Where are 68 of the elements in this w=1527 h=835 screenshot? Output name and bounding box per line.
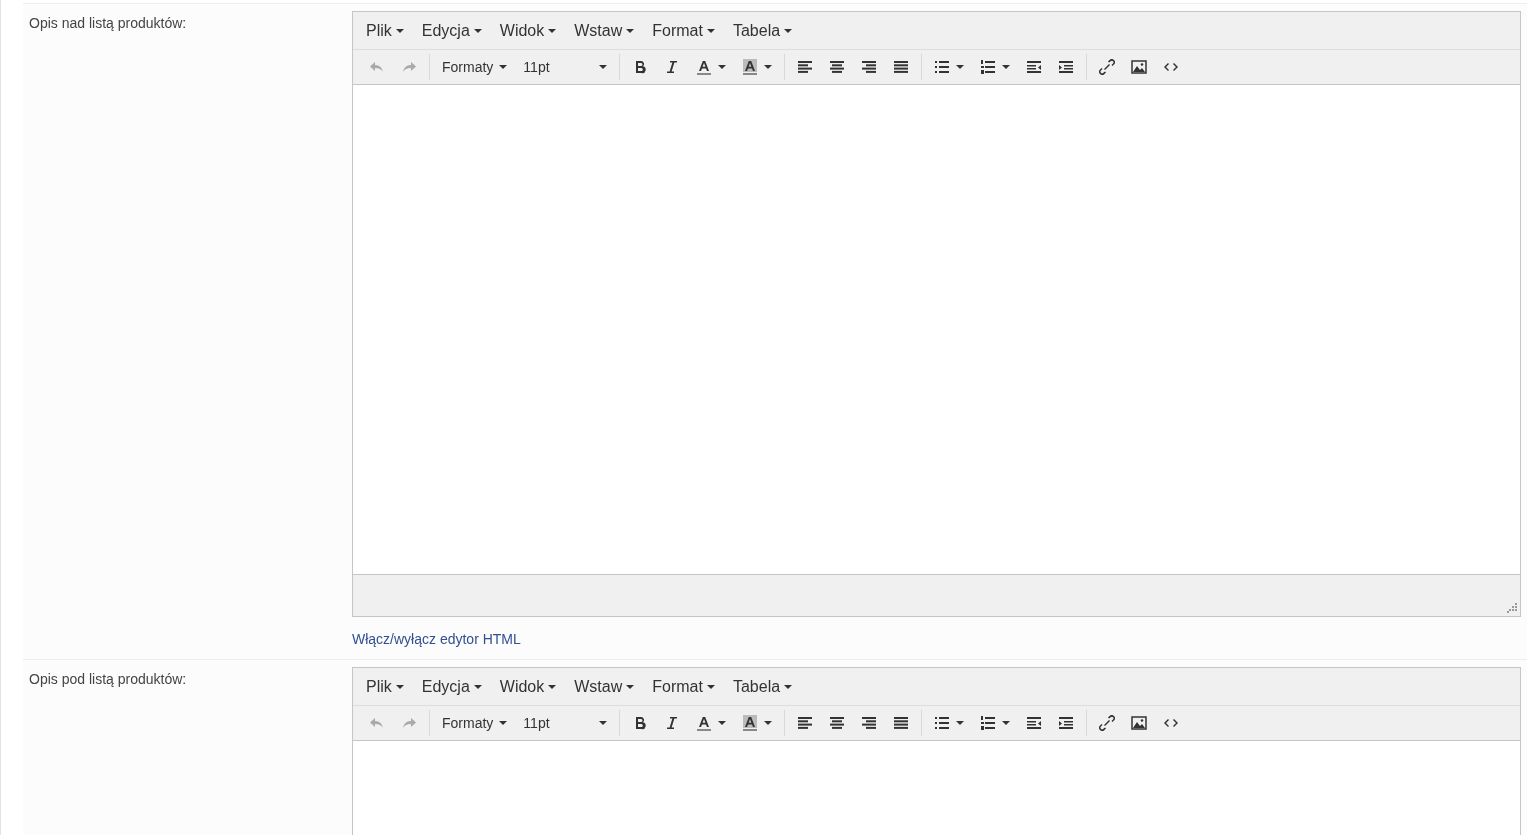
caret-icon xyxy=(706,684,715,689)
menu-item[interactable]: Edycja xyxy=(412,14,491,47)
menu-item[interactable]: Tabela xyxy=(723,14,802,47)
highlight-icon xyxy=(742,59,759,75)
align-left-icon xyxy=(797,715,814,731)
caret-icon xyxy=(548,684,557,689)
caret-icon xyxy=(718,65,727,69)
toggle-html-editor-link[interactable]: Włącz/wyłącz edytor HTML xyxy=(352,629,521,650)
align-right-icon xyxy=(861,715,878,731)
text-color-icon xyxy=(696,715,713,731)
caret-icon xyxy=(956,65,965,69)
font-size-select[interactable]: 11pt xyxy=(515,54,616,80)
numbered-list-icon xyxy=(980,715,997,731)
caret-icon xyxy=(706,28,715,33)
menu-item[interactable]: Tabela xyxy=(723,670,802,703)
caret-icon xyxy=(599,721,608,725)
field-label: Opis nad listą produktów: xyxy=(28,14,188,33)
caret-icon xyxy=(395,684,404,689)
caret-icon xyxy=(499,65,508,69)
text-color-icon xyxy=(696,59,713,75)
menu-item[interactable]: Widok xyxy=(490,14,566,47)
indent-icon xyxy=(1058,715,1075,731)
caret-icon xyxy=(626,28,635,33)
chain-link-icon xyxy=(1099,59,1116,75)
menu-item[interactable]: Plik xyxy=(357,14,413,47)
align-left-icon xyxy=(797,59,814,75)
caret-icon xyxy=(1002,721,1011,725)
bullet-list-icon xyxy=(934,715,951,731)
caret-icon xyxy=(548,28,557,33)
outdent-icon xyxy=(1026,715,1043,731)
caret-icon xyxy=(395,28,404,33)
justify-icon xyxy=(893,715,910,731)
highlight-icon xyxy=(742,715,759,731)
menu-item[interactable]: Wstaw xyxy=(565,14,644,47)
bullet-list-icon xyxy=(934,59,951,75)
menu-item[interactable]: Plik xyxy=(357,670,413,703)
image-icon xyxy=(1131,59,1148,75)
outdent-icon xyxy=(1026,59,1043,75)
menu-item[interactable]: Format xyxy=(643,670,724,703)
caret-icon xyxy=(499,721,508,725)
caret-icon xyxy=(473,684,482,689)
caret-icon xyxy=(784,28,793,33)
caret-icon xyxy=(1002,65,1011,69)
menu-item[interactable]: Wstaw xyxy=(565,670,644,703)
caret-icon xyxy=(599,65,608,69)
caret-icon xyxy=(473,28,482,33)
field-label: Opis pod listą produktów: xyxy=(28,670,188,689)
font-size-select[interactable]: 11pt xyxy=(515,710,616,736)
formats-dropdown[interactable]: Formaty xyxy=(434,54,516,80)
chain-link-icon xyxy=(1099,715,1116,731)
caret-icon xyxy=(626,684,635,689)
formats-dropdown[interactable]: Formaty xyxy=(434,710,516,736)
align-right-icon xyxy=(861,59,878,75)
caret-icon xyxy=(764,65,773,69)
align-center-icon xyxy=(829,59,846,75)
caret-icon xyxy=(956,721,965,725)
image-icon xyxy=(1131,715,1148,731)
indent-icon xyxy=(1058,59,1075,75)
menu-item[interactable]: Edycja xyxy=(412,670,491,703)
menu-item[interactable]: Format xyxy=(643,14,724,47)
justify-icon xyxy=(893,59,910,75)
menu-item[interactable]: Widok xyxy=(490,670,566,703)
resize-handle-icon[interactable] xyxy=(1507,603,1517,613)
numbered-list-icon xyxy=(980,59,997,75)
caret-icon xyxy=(718,721,727,725)
caret-icon xyxy=(764,721,773,725)
caret-icon xyxy=(784,684,793,689)
align-center-icon xyxy=(829,715,846,731)
